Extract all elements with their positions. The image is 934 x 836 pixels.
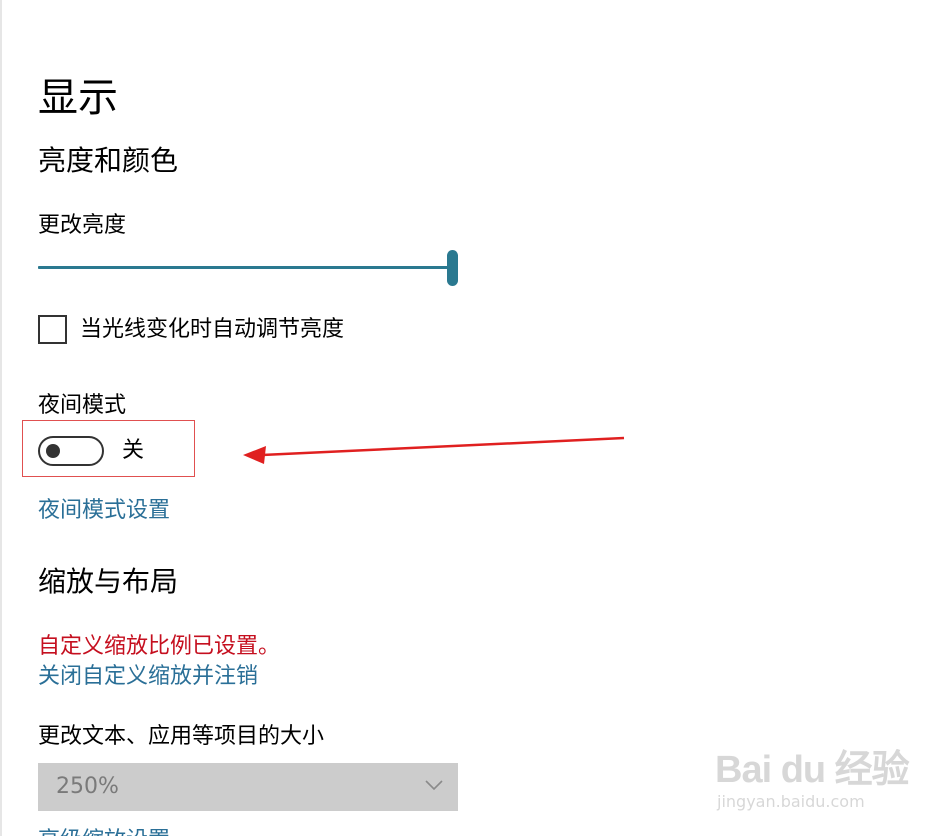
arrow-left-icon: [243, 436, 625, 464]
section-title-scale-layout: 缩放与布局: [38, 565, 179, 598]
night-mode-label: 夜间模式: [38, 393, 127, 418]
custom-scale-warning: 自定义缩放比例已设置。: [38, 634, 281, 659]
advanced-scale-link-clip: 高级缩放设置: [38, 818, 338, 836]
night-mode-settings-link[interactable]: 夜间模式设置: [38, 496, 170, 526]
slider-fill: [38, 266, 452, 269]
watermark-url: jingyan.baidu.com: [717, 792, 865, 811]
signout-custom-scale-link[interactable]: 关闭自定义缩放并注销: [38, 662, 258, 692]
baidu-watermark: Bai du 经验 jingyan.baidu.com: [715, 738, 915, 818]
night-mode-toggle[interactable]: [38, 436, 104, 466]
size-change-label: 更改文本、应用等项目的大小: [38, 724, 325, 749]
toggle-knob: [46, 444, 60, 458]
brightness-slider[interactable]: [38, 250, 460, 288]
section-title-brightness-color: 亮度和颜色: [38, 144, 179, 177]
advanced-scale-link[interactable]: 高级缩放设置: [38, 826, 170, 836]
window-left-border: [0, 0, 2, 836]
watermark-logo: Bai du 经验: [715, 749, 910, 791]
brightness-label: 更改亮度: [38, 213, 127, 238]
page-title: 显示: [38, 75, 118, 121]
scale-dropdown-value: 250%: [56, 774, 119, 799]
auto-brightness-checkbox[interactable]: [38, 315, 67, 344]
auto-brightness-label: 当光线变化时自动调节亮度: [80, 317, 345, 342]
chevron-down-icon: [425, 780, 443, 791]
slider-thumb[interactable]: [447, 250, 458, 286]
night-mode-state: 关: [122, 438, 145, 463]
scale-dropdown[interactable]: 250%: [38, 763, 458, 811]
